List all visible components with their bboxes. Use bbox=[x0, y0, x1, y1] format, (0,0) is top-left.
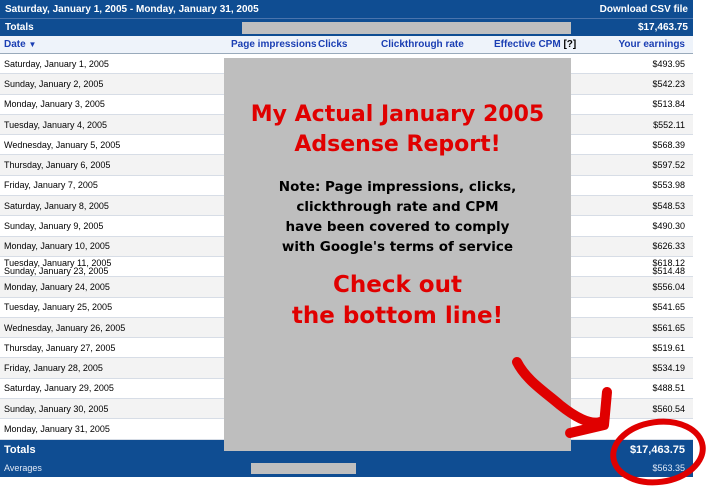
row-date: Sunday, January 9, 2005 bbox=[4, 221, 104, 232]
row-earnings: $493.95 bbox=[652, 58, 685, 69]
row-date: Tuesday, January 25, 2005 bbox=[4, 302, 113, 313]
cpm-help-link[interactable]: [?] bbox=[563, 39, 576, 50]
row-date: Wednesday, January 5, 2005 bbox=[4, 139, 121, 150]
averages-label: Averages bbox=[4, 463, 42, 474]
annotation-overlay: My Actual January 2005 Adsense Report! N… bbox=[224, 58, 571, 451]
row-earnings-spliced: $514.48 bbox=[652, 265, 685, 276]
row-date: Saturday, January 29, 2005 bbox=[4, 383, 114, 394]
row-earnings: $541.65 bbox=[652, 302, 685, 313]
column-ctr[interactable]: Clickthrough rate bbox=[381, 39, 464, 50]
row-earnings: $626.33 bbox=[652, 241, 685, 252]
row-earnings: $548.53 bbox=[652, 200, 685, 211]
footer-totals-value: $17,463.75 bbox=[629, 443, 685, 456]
date-range-bar: Saturday, January 1, 2005 - Monday, Janu… bbox=[0, 0, 693, 18]
row-date: Saturday, January 8, 2005 bbox=[4, 200, 109, 211]
averages-value: $563.35 bbox=[652, 463, 685, 474]
row-earnings: $488.51 bbox=[652, 383, 685, 394]
row-date: Monday, January 31, 2005 bbox=[4, 423, 110, 434]
row-date: Monday, January 3, 2005 bbox=[4, 99, 105, 110]
column-date[interactable]: Date ▼ bbox=[4, 39, 36, 50]
row-date: Friday, January 7, 2005 bbox=[4, 180, 98, 191]
row-date: Thursday, January 27, 2005 bbox=[4, 342, 116, 353]
row-earnings: $556.04 bbox=[652, 281, 685, 292]
footer-totals-label: Totals bbox=[4, 443, 36, 456]
totals-value: $17,463.75 bbox=[637, 22, 688, 33]
column-clicks[interactable]: Clicks bbox=[318, 39, 347, 50]
row-earnings: $561.65 bbox=[652, 322, 685, 333]
column-earnings[interactable]: Your earnings bbox=[619, 39, 686, 50]
redaction-strip bbox=[251, 462, 356, 474]
sort-desc-icon: ▼ bbox=[28, 40, 37, 49]
row-earnings: $553.98 bbox=[652, 180, 685, 191]
row-date: Saturday, January 1, 2005 bbox=[4, 58, 109, 69]
row-earnings: $568.39 bbox=[652, 139, 685, 150]
row-earnings: $534.19 bbox=[652, 363, 685, 374]
download-csv-link[interactable]: Download CSV file bbox=[600, 4, 688, 15]
row-earnings: $542.23 bbox=[652, 78, 685, 89]
totals-label: Totals bbox=[5, 22, 34, 33]
redaction-strip bbox=[242, 22, 571, 34]
overlay-note: Note: Page impressions, clicks, clickthr… bbox=[278, 179, 517, 255]
column-cpm-label[interactable]: Effective CPM bbox=[494, 39, 561, 50]
row-date: Thursday, January 6, 2005 bbox=[4, 160, 111, 171]
row-earnings: $490.30 bbox=[652, 221, 685, 232]
column-impressions[interactable]: Page impressions bbox=[231, 39, 317, 50]
row-earnings: $519.61 bbox=[652, 342, 685, 353]
row-date-spliced: Sunday, January 23, 2005 bbox=[4, 265, 109, 276]
row-earnings: $560.54 bbox=[652, 403, 685, 414]
row-date: Sunday, January 30, 2005 bbox=[4, 403, 109, 414]
overlay-title: My Actual January 2005 Adsense Report! bbox=[250, 102, 545, 157]
row-earnings: $597.52 bbox=[652, 160, 685, 171]
row-date: Friday, January 28, 2005 bbox=[4, 363, 103, 374]
column-cpm: Effective CPM [?] bbox=[494, 39, 576, 50]
date-range-label: Saturday, January 1, 2005 - Monday, Janu… bbox=[5, 3, 259, 15]
row-earnings: $552.11 bbox=[653, 119, 685, 130]
row-date: Sunday, January 2, 2005 bbox=[4, 78, 104, 89]
row-date: Wednesday, January 26, 2005 bbox=[4, 322, 126, 333]
row-date: Tuesday, January 4, 2005 bbox=[4, 119, 108, 130]
row-earnings: $513.84 bbox=[652, 99, 685, 110]
row-date: Monday, January 24, 2005 bbox=[4, 281, 110, 292]
overlay-call-to-action: Check out the bottom line! bbox=[291, 272, 504, 329]
table-header: Date ▼ Page impressions Clicks Clickthro… bbox=[0, 36, 693, 54]
totals-bar: Totals $17,463.75 bbox=[0, 18, 693, 36]
row-date: Monday, January 10, 2005 bbox=[4, 241, 110, 252]
